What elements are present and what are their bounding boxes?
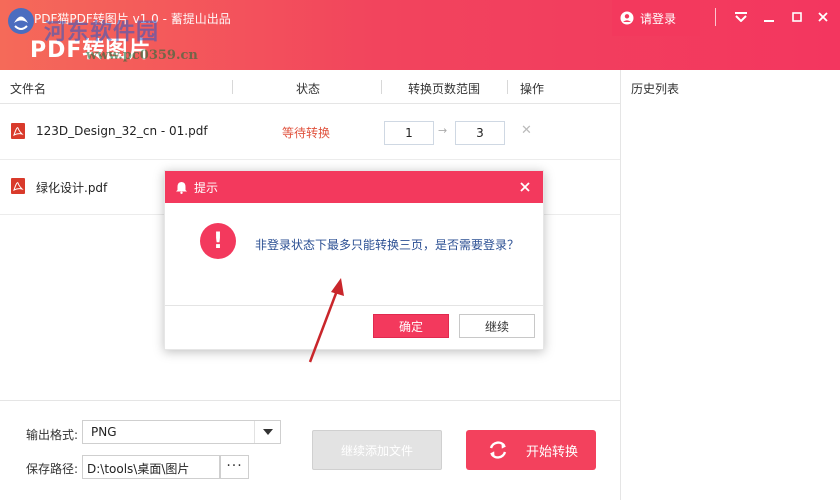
watermark-text: 河东软件园 [44,19,160,45]
confirm-button[interactable]: 确定 [373,314,449,338]
col-divider [381,80,382,94]
output-format-select[interactable]: PNG [82,420,281,444]
login-button[interactable]: 请登录 [612,0,700,36]
range-arrow-icon: → [438,124,448,137]
save-path-label: 保存路径: [26,462,79,476]
minimize-icon [764,20,774,22]
dialog-header: 提示 [165,171,543,203]
file-table-header: 文件名 状态 转换页数范围 操作 [0,70,620,104]
start-convert-label: 开始转换 [526,444,579,460]
dropdown-arrow-icon[interactable] [254,421,280,443]
window-separator [715,8,716,26]
bell-icon [176,181,187,194]
output-format-label: 输出格式: [26,428,79,442]
menu-button[interactable] [730,6,752,28]
dialog-title: 提示 [194,180,219,195]
maximize-button[interactable] [786,6,808,28]
refresh-icon [489,441,507,459]
warning-icon: ! [200,223,236,259]
table-row[interactable]: 123D_Design_32_cn - 01.pdf 等待转换 1 → 3 ✕ [0,105,620,160]
col-filename: 文件名 [10,82,47,96]
col-divider [232,80,233,94]
page-to-input[interactable]: 3 [455,121,505,145]
menu-chevron-icon [735,12,747,22]
file-name: 绿化设计.pdf [36,181,108,195]
annotation-arrow-icon [308,278,344,363]
output-format-value: PNG [91,425,117,439]
close-icon [520,182,530,192]
continue-button[interactable]: 继续 [459,314,535,338]
close-window-button[interactable] [812,6,834,28]
col-divider [507,80,508,94]
minimize-button[interactable] [758,6,780,28]
pdf-file-icon [11,178,25,194]
dialog-close-button[interactable] [515,177,535,197]
close-icon [818,12,828,22]
bottom-divider [0,400,620,401]
history-title: 历史列表 [631,82,680,96]
file-name: 123D_Design_32_cn - 01.pdf [36,124,208,138]
browse-button[interactable]: ··· [220,455,249,479]
history-panel: 历史列表 [620,70,840,500]
title-bar: PDF猫PDF转图片 v1.0 - 蓄提山出品 PDF转图片 河东软件园 www… [0,0,840,70]
start-convert-button[interactable]: 开始转换 [466,430,596,470]
user-icon [620,11,634,25]
add-files-button[interactable]: 继续添加文件 [312,430,442,470]
watermark-url: www.pc0359.cn [86,48,198,63]
save-path-value: D:\tools\桌面\图片 [87,462,190,476]
pdf-file-icon [11,123,25,139]
page-from-input[interactable]: 1 [384,121,434,145]
col-status: 状态 [296,82,321,96]
save-path-input[interactable]: D:\tools\桌面\图片 [82,455,220,479]
delete-file-button[interactable]: ✕ [521,123,532,138]
col-page-range: 转换页数范围 [408,82,481,96]
file-status: 等待转换 [282,126,331,140]
login-label: 请登录 [640,11,677,26]
dialog-message: 非登录状态下最多只能转换三页，是否需要登录？ [255,238,520,252]
maximize-icon [792,12,802,22]
col-actions: 操作 [520,82,545,96]
